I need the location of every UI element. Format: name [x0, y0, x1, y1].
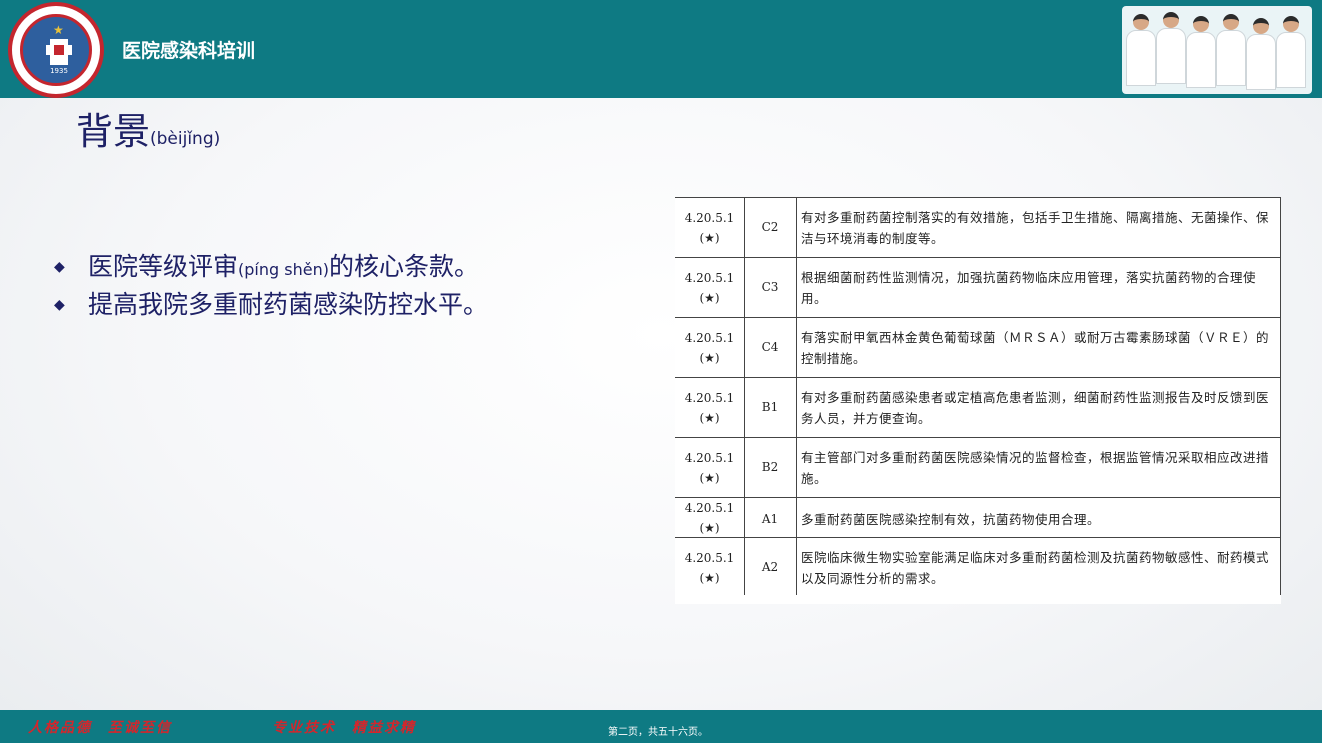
table-row: 4.20.5.1 (★) A1 多重耐药菌医院感染控制有效，抗菌药物使用合理。: [675, 497, 1281, 538]
motto-left: 人格品德 至诚至信: [28, 720, 172, 736]
logo-year: 1935: [50, 67, 68, 75]
table-row: 4.20.5.1 (★) B2 有主管部门对多重耐药菌医院感染情况的监督检查，根据…: [675, 437, 1281, 498]
list-item: ◆ 提高我院多重耐药菌感染防控水平。: [52, 286, 488, 324]
section-title: 背景(bèijǐng): [76, 110, 221, 153]
header-title: 医院感染科培训: [122, 40, 256, 62]
table-row: 4.20.5.1 (★) C3 根据细菌耐药性监测情况，加强抗菌药物临床应用管理，…: [675, 257, 1281, 318]
table-row: 4.20.5.1 (★) B1 有对多重耐药菌感染患者或定植高危患者监测，细菌耐药…: [675, 377, 1281, 438]
header-bar: ★ 1935 医院感染科培训: [0, 0, 1322, 98]
table-row: 4.20.5.1 (★) C2 有对多重耐药菌控制落实的有效措施，包括手卫生措施、…: [675, 197, 1281, 258]
star-icon: ★: [53, 23, 64, 37]
table-row: 4.20.5.1 (★) C4 有落实耐甲氧西林金黄色葡萄球菌（ＭＲＳＡ）或耐万古…: [675, 317, 1281, 378]
table-row: 4.20.5.1 (★) A2 医院临床微生物实验室能满足临床对多重耐药菌检测及抗…: [675, 537, 1281, 598]
diamond-bullet-icon: ◆: [54, 297, 65, 313]
motto-right: 专业技术 精益求精: [272, 720, 416, 736]
diamond-bullet-icon: ◆: [54, 259, 65, 275]
bullet-list: ◆ 医院等级评审(píng shěn)的核心条款。 ◆ 提高我院多重耐药菌感染防…: [52, 248, 488, 324]
list-item: ◆ 医院等级评审(píng shěn)的核心条款。: [52, 248, 488, 286]
standards-table: 4.20.5.1 (★) C2 有对多重耐药菌控制落实的有效措施，包括手卫生措施、…: [675, 197, 1281, 604]
university-logo: ★ 1935: [8, 2, 104, 98]
medical-staff-photo: [1122, 6, 1312, 94]
footer-bar: 人格品德 至诚至信 专业技术 精益求精 第二页，共五十六页。: [0, 710, 1322, 743]
page-number: 第二页，共五十六页。: [608, 727, 708, 738]
